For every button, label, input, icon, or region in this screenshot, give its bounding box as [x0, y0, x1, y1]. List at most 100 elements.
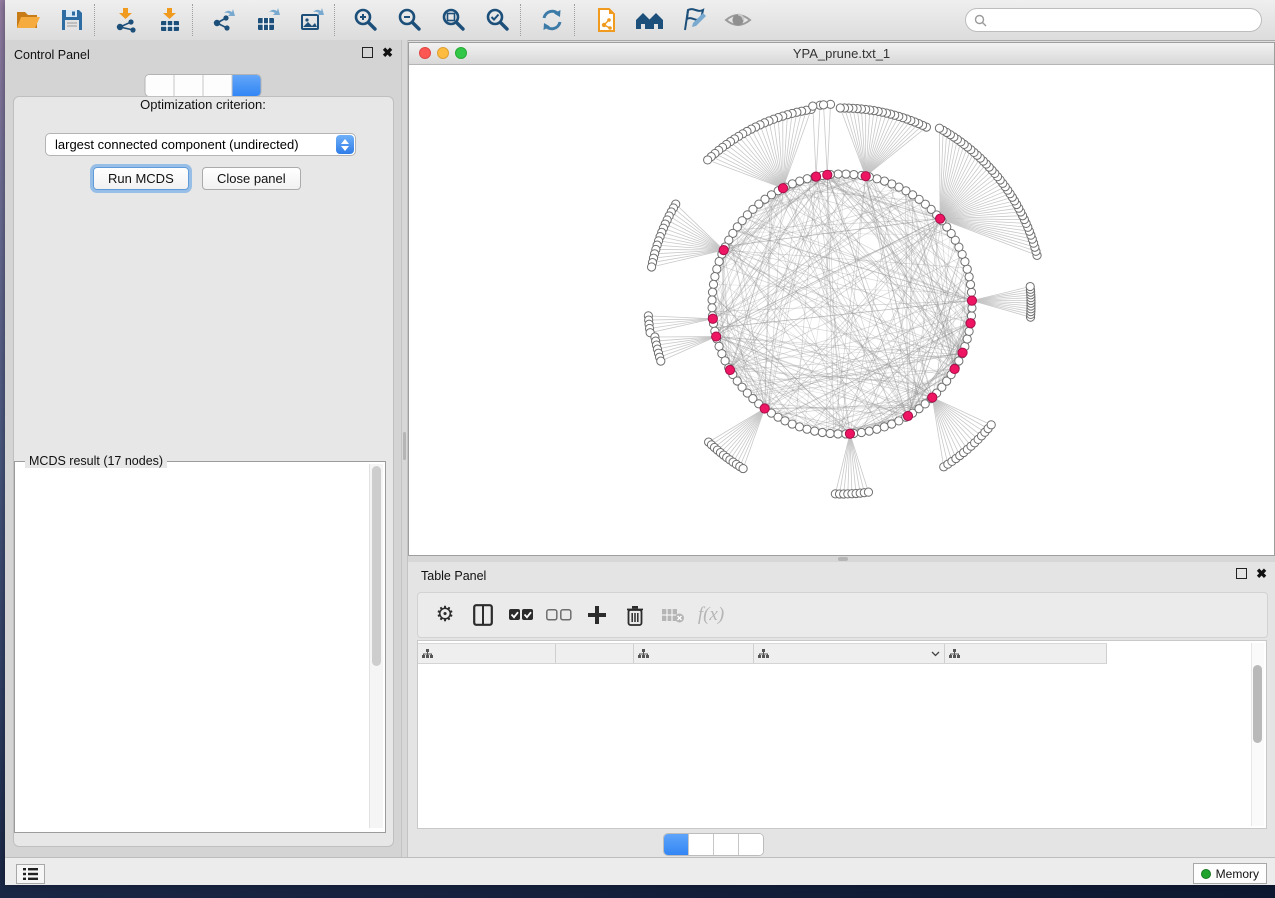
vertical-splitter-handle[interactable] [403, 432, 406, 460]
network-node[interactable] [803, 175, 811, 183]
zoom-in-icon[interactable] [351, 5, 381, 35]
table-row[interactable] [418, 775, 1254, 791]
network-hub-node[interactable] [928, 393, 937, 402]
network-leaf-node[interactable] [864, 488, 872, 496]
tab-mcds[interactable] [233, 75, 261, 96]
network-node[interactable] [966, 280, 974, 288]
network-hub-node[interactable] [861, 172, 870, 181]
zoom-selected-icon[interactable] [483, 5, 513, 35]
network-canvas[interactable] [409, 64, 1274, 555]
network-hub-node[interactable] [712, 332, 721, 341]
criterion-dropdown[interactable]: largest connected component (undirected) [45, 133, 356, 156]
mcds-result-list[interactable] [18, 468, 364, 826]
network-hub-node[interactable] [958, 348, 967, 357]
network-node[interactable] [711, 273, 719, 281]
mcds-list-scrollbar[interactable] [369, 464, 383, 828]
network-node[interactable] [963, 335, 971, 343]
network-node[interactable] [708, 296, 716, 304]
trash-icon[interactable] [621, 601, 649, 629]
split-columns-icon[interactable] [469, 601, 497, 629]
network-node[interactable] [834, 430, 842, 438]
unchecked-boxes-icon[interactable] [545, 601, 573, 629]
network-hub-node[interactable] [708, 314, 717, 323]
table-row[interactable] [418, 711, 1254, 727]
float-table-panel-icon[interactable] [1236, 568, 1247, 579]
network-window-titlebar[interactable]: YPA_prune.txt_1 [409, 43, 1274, 65]
table-scrollbar[interactable] [1251, 643, 1264, 826]
network-node[interactable] [873, 175, 881, 183]
network-node[interactable] [857, 428, 865, 436]
zoom-out-icon[interactable] [395, 5, 425, 35]
network-node[interactable] [826, 429, 834, 437]
table-row[interactable] [418, 759, 1254, 775]
refresh-arrows-icon[interactable] [537, 5, 567, 35]
tab-node-table[interactable] [664, 834, 689, 855]
network-node[interactable] [818, 428, 826, 436]
network-hub-node[interactable] [903, 411, 912, 420]
search-box[interactable] [965, 8, 1262, 32]
network-node[interactable] [842, 170, 850, 178]
network-hub-node[interactable] [967, 296, 976, 305]
tab-style[interactable] [175, 75, 204, 96]
network-leaf-node[interactable] [935, 124, 943, 132]
table-row[interactable] [418, 727, 1254, 743]
tab-network[interactable] [146, 75, 175, 96]
network-node[interactable] [708, 304, 716, 312]
import-network-icon[interactable] [111, 5, 141, 35]
save-floppy-icon[interactable] [57, 5, 87, 35]
network-hub-node[interactable] [845, 429, 854, 438]
network-leaf-node[interactable] [704, 156, 712, 164]
column-header-predecessor-nodes[interactable] [945, 644, 1107, 663]
table-row[interactable] [418, 695, 1254, 711]
network-hub-node[interactable] [936, 214, 945, 223]
run-mcds-button[interactable]: Run MCDS [93, 167, 189, 190]
table-row[interactable] [418, 807, 1254, 823]
table-row[interactable] [418, 791, 1254, 807]
mcds-scrollbar-thumb[interactable] [372, 466, 381, 666]
table-row[interactable] [418, 743, 1254, 759]
network-node[interactable] [795, 423, 803, 431]
open-folder-icon[interactable] [13, 5, 43, 35]
tab-motifs[interactable] [739, 834, 763, 855]
network-hub-node[interactable] [719, 245, 728, 254]
table-scrollbar-thumb[interactable] [1253, 665, 1262, 743]
network-node[interactable] [811, 427, 819, 435]
zoom-fit-icon[interactable] [439, 5, 469, 35]
export-network-icon[interactable] [209, 5, 239, 35]
column-header-MCDS-role[interactable] [634, 644, 754, 663]
network-node[interactable] [963, 265, 971, 273]
tab-edge-table[interactable] [689, 834, 714, 855]
network-hub-node[interactable] [778, 184, 787, 193]
network-hub-node[interactable] [811, 172, 820, 181]
network-node[interactable] [873, 425, 881, 433]
network-node[interactable] [715, 257, 723, 265]
network-node[interactable] [713, 265, 721, 273]
network-node[interactable] [880, 177, 888, 185]
import-table-icon[interactable] [155, 5, 185, 35]
network-node[interactable] [965, 273, 973, 281]
table-row[interactable] [418, 663, 1254, 679]
network-node[interactable] [865, 427, 873, 435]
horizontal-splitter-handle[interactable] [838, 557, 848, 561]
network-hub-node[interactable] [823, 170, 832, 179]
search-input[interactable] [992, 12, 1253, 28]
close-table-panel-icon[interactable]: ✖ [1256, 568, 1267, 579]
eye-icon[interactable] [723, 5, 753, 35]
plus-icon[interactable] [583, 601, 611, 629]
memory-button[interactable]: Memory [1193, 863, 1267, 884]
task-history-button[interactable] [16, 864, 45, 884]
column-header-name[interactable] [556, 644, 634, 663]
vertical-splitter[interactable] [401, 40, 408, 857]
network-node[interactable] [850, 170, 858, 178]
document-network-icon[interactable] [591, 5, 621, 35]
network-leaf-node[interactable] [836, 104, 844, 112]
network-leaf-node[interactable] [819, 101, 827, 109]
network-node[interactable] [967, 288, 975, 296]
checked-boxes-icon[interactable] [507, 601, 535, 629]
network-hub-node[interactable] [725, 365, 734, 374]
close-panel-button[interactable]: Close panel [202, 167, 301, 190]
network-leaf-node[interactable] [647, 263, 655, 271]
export-image-icon[interactable] [297, 5, 327, 35]
network-leaf-node[interactable] [657, 357, 665, 365]
network-leaf-node[interactable] [739, 464, 747, 472]
